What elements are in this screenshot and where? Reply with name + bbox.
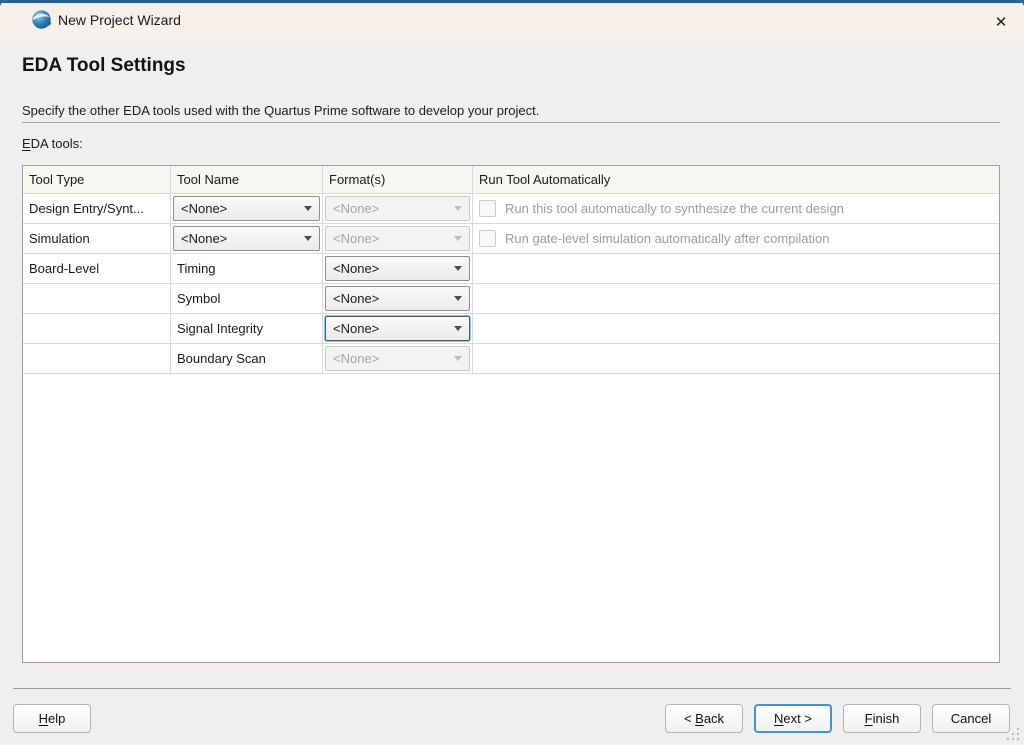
page-description: Specify the other EDA tools used with th… [22,103,539,118]
format-combo: <None> [325,346,470,371]
resize-grip[interactable] [1005,726,1021,742]
tool-type-cell [23,314,171,343]
wizard-navigation-buttons: < Back Next > Finish Cancel [665,704,1010,733]
column-header-tool-type: Tool Type [23,166,171,193]
column-header-run-tool-automatically: Run Tool Automatically [473,166,999,193]
page-title: EDA Tool Settings [22,55,186,77]
run-auto-checkbox [479,200,496,217]
bottom-divider [13,688,1011,689]
tool-name-cell: Symbol [171,284,323,313]
eda-tools-table: Tool Type Tool Name Format(s) Run Tool A… [22,165,1000,663]
next-button[interactable]: Next > [754,704,832,733]
format-combo[interactable]: <None> [325,256,470,281]
column-header-tool-name: Tool Name [171,166,323,193]
chevron-down-icon [454,206,462,211]
tool-type-cell [23,284,171,313]
titlebar: New Project Wizard ✕ [0,3,1024,40]
tool-name-combo[interactable]: <None> [173,196,320,221]
format-combo: <None> [325,196,470,221]
chevron-down-icon [454,356,462,361]
tool-name-cell: Signal Integrity [171,314,323,343]
cancel-button[interactable]: Cancel [932,704,1010,733]
chevron-down-icon [454,296,462,301]
tool-type-cell: Simulation [23,224,171,253]
format-combo[interactable]: <None> [325,286,470,311]
tool-name-cell: Boundary Scan [171,344,323,373]
top-divider [22,122,1000,123]
close-button[interactable]: ✕ [984,6,1018,38]
finish-button[interactable]: Finish [843,704,921,733]
tool-type-cell: Design Entry/Synt... [23,194,171,223]
tool-type-cell [23,344,171,373]
format-combo: <None> [325,226,470,251]
tool-name-combo[interactable]: <None> [173,226,320,251]
table-row-simulation: Simulation <None> <None> Run gate-level … [23,224,999,254]
tool-name-cell: Timing [171,254,323,283]
quartus-logo-icon [31,9,52,30]
table-header-row: Tool Type Tool Name Format(s) Run Tool A… [23,166,999,194]
window-title: New Project Wizard [58,12,181,28]
table-row-signal-integrity: Signal Integrity <None> [23,314,999,344]
run-auto-label: Run this tool automatically to synthesiz… [505,201,844,216]
eda-tools-label: EDA tools: [22,136,83,151]
format-combo[interactable]: <None> [325,316,470,341]
chevron-down-icon [304,206,312,211]
table-row-symbol: Symbol <None> [23,284,999,314]
table-row-boundary-scan: Boundary Scan <None> [23,344,999,374]
chevron-down-icon [304,236,312,241]
chevron-down-icon [454,266,462,271]
new-project-wizard-dialog: New Project Wizard ✕ EDA Tool Settings S… [0,0,1024,745]
table-row-design-entry: Design Entry/Synt... <None> <None> Run t… [23,194,999,224]
column-header-formats: Format(s) [323,166,473,193]
chevron-down-icon [454,326,462,331]
run-auto-checkbox [479,230,496,247]
back-button[interactable]: < Back [665,704,743,733]
run-auto-label: Run gate-level simulation automatically … [505,231,829,246]
table-row-board-level-timing: Board-Level Timing <None> [23,254,999,284]
chevron-down-icon [454,236,462,241]
tool-type-cell: Board-Level [23,254,171,283]
help-button[interactable]: Help [13,704,91,733]
close-icon: ✕ [995,13,1008,31]
